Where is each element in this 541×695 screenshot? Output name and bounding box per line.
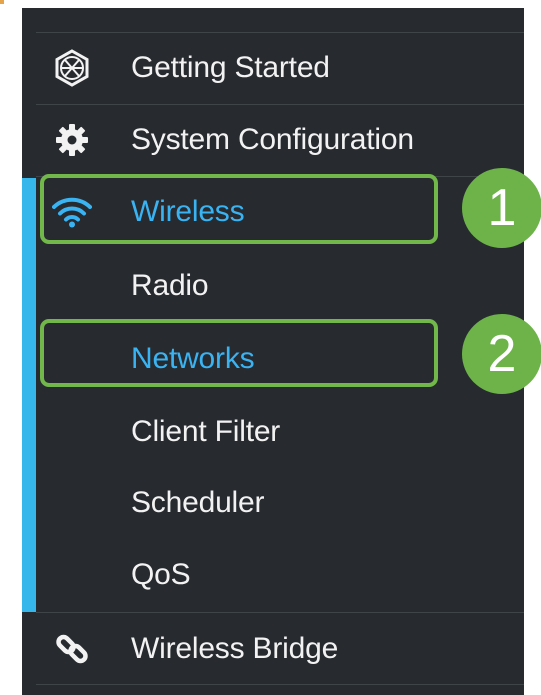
active-section-indicator: [22, 178, 36, 612]
sidebar-item-label: Radio: [131, 269, 209, 302]
sidebar-item-qos[interactable]: QoS: [36, 539, 524, 611]
sidebar-item-label: Client Filter: [131, 415, 281, 448]
gear-icon: [52, 120, 92, 160]
sidebar-item-getting-started[interactable]: Getting Started: [36, 32, 524, 104]
sidebar-item-scheduler[interactable]: Scheduler: [36, 467, 524, 539]
sidebar-item-client-filter[interactable]: Client Filter: [36, 396, 524, 468]
step-2-badge: 2: [462, 314, 541, 394]
sidebar-item-label: Getting Started: [131, 51, 330, 84]
sidebar-item-label: QoS: [131, 558, 191, 591]
sidebar-item-system-configuration[interactable]: System Configuration: [36, 104, 524, 176]
sidebar-item-label: System Configuration: [131, 123, 414, 156]
highlight-wireless: [40, 174, 438, 244]
sidebar-item-label: Scheduler: [131, 486, 265, 519]
link-icon: [52, 629, 92, 669]
sidebar-item-label: Wireless Bridge: [131, 632, 339, 665]
corner-mark: [0, 0, 4, 4]
sidebar-item-wireless-bridge[interactable]: Wireless Bridge: [36, 613, 524, 685]
step-1-badge: 1: [462, 168, 541, 248]
highlight-networks: [40, 319, 438, 387]
sidebar-item-radio[interactable]: Radio: [36, 250, 524, 322]
globe-icon: [52, 48, 92, 88]
